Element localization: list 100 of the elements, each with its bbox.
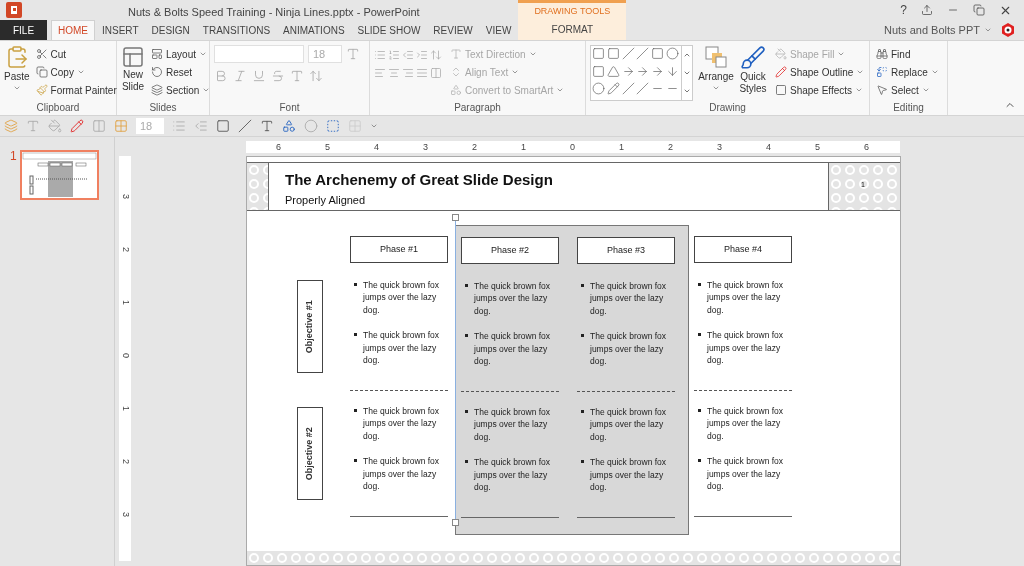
shape-icon[interactable] [636,64,650,78]
shape-effects-icon [775,84,787,96]
shape-icon[interactable] [636,82,650,96]
shape-icon[interactable] [621,47,635,60]
shape-icon[interactable] [636,47,650,60]
arrange-button[interactable]: Arrange [697,45,735,92]
cut-button[interactable]: Cut [33,45,69,63]
shape-icon[interactable] [666,47,680,60]
phase-box: Phase #3 [577,237,675,264]
shape-icon[interactable] [606,82,620,96]
phase-box: Phase #1 [350,236,448,263]
justify-icon [416,67,428,79]
ribbon-tab[interactable]: VIEW [479,20,518,40]
scroll-down-icon[interactable] [683,69,691,77]
replace-button[interactable]: Replace [874,63,941,81]
shape-effects-button[interactable]: Shape Effects [773,81,866,99]
account-name[interactable]: Nuts and Bolts PPT [884,21,980,39]
caret-icon [930,68,939,76]
group-label: Editing [892,101,925,115]
context-label: DRAWING TOOLS [534,5,611,18]
bullet-text: The quick brown fox jumps over the lazy dog. [707,279,785,317]
shape-icon[interactable] [592,47,605,60]
bullet-text: The quick brown fox jumps over the lazy dog. [590,330,668,368]
reset-icon [151,66,163,78]
bullet-icon [354,283,357,286]
underline-icon [252,69,266,83]
ribbon-tab[interactable]: DESIGN [145,20,196,40]
shape-outline-button[interactable]: Shape Outline [773,63,867,81]
bullet-text: The quick brown fox jumps over the lazy dog. [363,405,441,443]
objective-box: Objective #1 [297,280,323,373]
paste-button[interactable]: Paste [4,45,30,92]
select-button[interactable]: Select [874,81,932,99]
caret-icon [856,68,865,76]
select-icon [876,84,888,96]
shape-icon[interactable] [651,64,665,78]
align-right-icon [402,67,414,79]
quick-styles-button[interactable]: Quick Styles [735,45,771,95]
shapes-icon [282,119,296,133]
arrange-icon [704,45,728,69]
bullet-icon [465,284,468,287]
new-slide-button[interactable]: New Slide [121,45,145,93]
window-title: Nuts & Bolts Speed Training - Ninja Lines.pptx - PowerPoint [128,5,420,20]
account-avatar-icon [1000,22,1016,38]
replace-icon [876,66,888,78]
find-button[interactable]: Find [874,45,913,63]
bullet-icon [354,333,357,337]
shape-icon[interactable] [592,82,605,96]
bullet-icon [698,409,701,412]
scroll-up-icon[interactable] [683,51,691,59]
ribbon-tab[interactable]: ANIMATIONS [277,20,351,40]
section-button[interactable]: Section [149,81,213,99]
bullets-icon [172,119,186,133]
shape-icon[interactable] [606,64,620,78]
bullet-text: The quick brown fox jumps over the lazy dog. [474,280,552,318]
caret-icon [76,68,85,76]
ribbon-tab[interactable]: SLIDE SHOW [351,20,427,40]
caret-icon [370,122,378,130]
shape-icon[interactable] [592,64,605,78]
shape-icon[interactable] [651,47,665,60]
shape-icon[interactable] [606,47,620,60]
slide-number: 1 [10,150,17,165]
bullet-icon [354,459,357,463]
shape-icon[interactable] [666,64,680,78]
vertical-ruler: 3 2 1 0 1 2 3 [119,156,131,561]
bullet-icon [465,410,468,413]
format-painter-button[interactable]: Format Painter [33,81,119,99]
ribbon-tab[interactable]: TRANSITIONS [196,20,277,40]
ribbon-tab[interactable]: FORMAT [551,22,594,40]
columns-icon [430,67,442,79]
bullet-text: The quick brown fox jumps over the lazy dog. [363,279,441,317]
group-label: Clipboard [35,101,81,115]
shape-icon[interactable] [621,82,635,96]
slide-thumbnail[interactable] [19,150,99,200]
caret-icon [202,86,211,94]
align-center-icon [388,67,400,79]
layout-icon [151,48,163,60]
ribbon-tab[interactable]: INSERT [96,20,145,40]
expand-gallery-icon[interactable] [683,87,691,95]
convert-smartart-icon [450,84,462,96]
shape-icon[interactable] [621,64,635,78]
layout-button[interactable]: Layout [149,45,210,63]
ribbon-tab[interactable]: HOME [51,20,95,40]
bullet-text: The quick brown fox jumps over the lazy dog. [707,329,785,367]
copy-button[interactable]: Copy [33,63,87,81]
reset-button[interactable]: Reset [149,63,195,81]
shape-fill-icon [775,48,787,60]
indent-icon [416,49,428,61]
caret-icon [199,50,208,58]
align-left-icon [374,67,386,79]
caret-icon [837,50,846,58]
strikethrough-icon [271,69,285,83]
bullet-text: The quick brown fox jumps over the lazy dog. [707,455,785,493]
outdent-icon [402,49,414,61]
help-button[interactable]: ? [900,1,907,19]
slide-title: The Archenemy of Great Slide Design [285,171,554,189]
ribbon-display-icon [921,4,933,16]
bullet-icon [581,334,584,338]
file-tab[interactable]: FILE [0,20,47,40]
ribbon-tab[interactable]: REVIEW [427,20,479,40]
rectangle-icon [216,119,230,133]
